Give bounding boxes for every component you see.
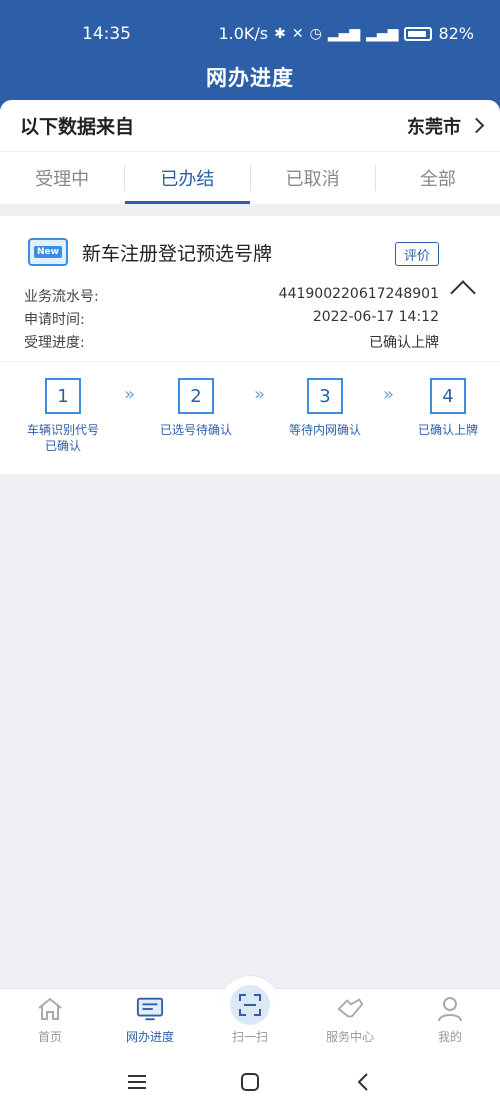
step-number: 4	[430, 378, 466, 414]
nav-scan[interactable]: 扫一扫	[200, 989, 300, 1055]
step-3: 3 等待内网确认	[285, 378, 365, 438]
home-icon	[36, 996, 64, 1022]
step-arrow-icon: »	[124, 384, 136, 405]
progress-value: 已确认上牌	[369, 335, 439, 351]
apply-time-row: 申请时间: 2022-06-17 14:12	[24, 309, 439, 329]
step-label-line: 等待内网确认	[288, 423, 361, 437]
step-4: 4 已确认上牌	[415, 378, 481, 438]
user-icon	[436, 996, 464, 1022]
step-number: 2	[178, 378, 214, 414]
step-label-line: 已选号待确认	[159, 423, 232, 437]
tab-all[interactable]: 全部	[376, 152, 500, 204]
menu-icon[interactable]	[117, 1068, 157, 1096]
step-arrow-icon: »	[383, 384, 395, 405]
system-nav-bar	[0, 1054, 500, 1111]
card-header: New 新车注册登记预选号牌	[28, 238, 272, 266]
nav-label: 首页	[37, 1030, 62, 1044]
city-selector[interactable]: 东莞市	[407, 113, 485, 139]
tab-cancelled[interactable]: 已取消	[251, 152, 375, 204]
serial-value: 441900220617248901	[278, 286, 439, 302]
serial-label: 业务流水号:	[24, 289, 99, 305]
nav-label: 服务中心	[325, 1030, 374, 1044]
step-label: 等待内网确认	[289, 422, 361, 438]
progress-row: 受理进度: 已确认上牌	[24, 332, 439, 352]
step-number: 3	[307, 378, 343, 414]
data-source-label: 以下数据来自	[20, 116, 135, 138]
battery-icon	[404, 26, 433, 41]
step-arrow-icon: »	[254, 384, 266, 405]
new-badge-icon: New	[28, 238, 68, 266]
back-icon[interactable]	[343, 1068, 383, 1096]
signal-icon-2: ▂▄▆	[366, 25, 399, 42]
step-label: 已选号待确认	[160, 422, 232, 438]
card-divider	[0, 361, 500, 362]
nav-service[interactable]: 服务中心	[300, 989, 400, 1055]
alarm-icon: ◷	[309, 25, 322, 42]
card-title: 新车注册登记预选号牌	[82, 242, 273, 265]
collapse-chevron-up-icon[interactable]	[450, 280, 476, 306]
nav-progress[interactable]: 网办进度	[100, 989, 200, 1055]
status-time: 14:35	[82, 24, 131, 44]
step-label: 已确认上牌	[418, 422, 478, 438]
service-icon	[336, 996, 364, 1022]
bluetooth-icon: ✱	[274, 25, 286, 42]
step-2: 2 已选号待确认	[156, 378, 236, 438]
step-label-line: 已确认	[44, 439, 81, 453]
rate-button[interactable]: 评价	[395, 242, 439, 266]
page-title: 网办进度	[206, 66, 294, 90]
step-1: 1 车辆识别代号 已确认	[24, 378, 102, 454]
nav-label: 我的	[437, 1030, 462, 1044]
progress-label: 受理进度:	[24, 335, 85, 351]
application-card: New 新车注册登记预选号牌 评价 业务流水号: 441900220617248…	[0, 216, 500, 474]
new-badge-text: New	[34, 246, 62, 258]
main-panel: 以下数据来自 东莞市 受理中 已办结 已取消 全部 New 新车注册登记预选号牌…	[0, 100, 500, 988]
signal-icon: ▂▄▆	[327, 25, 361, 42]
step-label: 车辆识别代号 已确认	[27, 422, 99, 454]
chevron-right-icon	[468, 117, 485, 134]
apply-time-value: 2022-06-17 14:12	[312, 309, 439, 325]
mute-icon: ✕	[291, 25, 304, 42]
step-label-line: 车辆识别代号	[26, 423, 99, 437]
tab-completed[interactable]: 已办结	[125, 152, 250, 204]
nav-label: 网办进度	[125, 1030, 174, 1044]
nav-mine[interactable]: 我的	[400, 989, 500, 1055]
city-name: 东莞市	[407, 116, 461, 138]
step-number: 1	[45, 378, 81, 414]
home-button-icon[interactable]	[230, 1068, 270, 1096]
battery-level: 82%	[438, 24, 474, 43]
data-source-row[interactable]: 以下数据来自 东莞市	[0, 100, 500, 152]
nav-home[interactable]: 首页	[0, 989, 100, 1055]
apply-time-label: 申请时间:	[24, 312, 85, 328]
bottom-nav: 首页 网办进度 扫一扫 服务中心 我的	[0, 975, 500, 1055]
net-speed: 1.0K/s	[218, 24, 269, 43]
serial-row: 业务流水号: 441900220617248901	[24, 286, 439, 306]
status-bar: 14:35 1.0K/s ✱ ✕ ◷ ▂▄▆ ▂▄▆ 82%	[0, 18, 500, 50]
status-icons: 1.0K/s ✱ ✕ ◷ ▂▄▆ ▂▄▆ 82%	[218, 24, 474, 43]
status-tabs: 受理中 已办结 已取消 全部	[0, 152, 500, 204]
tab-processing[interactable]: 受理中	[0, 152, 124, 204]
step-label-line: 已确认上牌	[417, 423, 478, 437]
progress-icon	[136, 996, 164, 1022]
nav-label: 扫一扫	[231, 1030, 268, 1044]
